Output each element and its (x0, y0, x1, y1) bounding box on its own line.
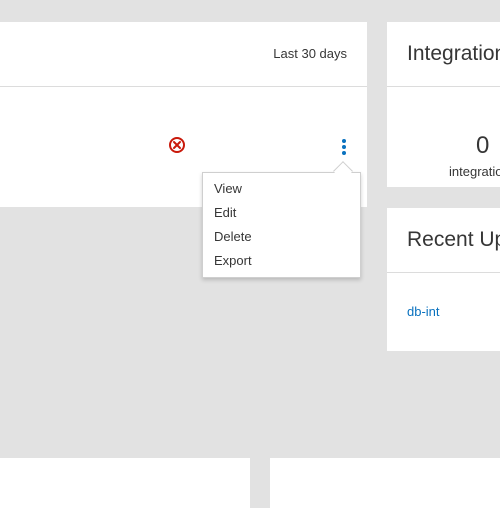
card-header: Recent Updates (387, 208, 500, 273)
bottom-right-card (270, 458, 500, 508)
menu-item-export[interactable]: Export (203, 249, 360, 273)
bottom-left-card (0, 458, 250, 508)
period-label[interactable]: Last 30 days (273, 46, 347, 61)
integrations-count: 0 (476, 132, 490, 159)
menu-item-edit[interactable]: Edit (203, 201, 360, 225)
kebab-menu-icon[interactable] (336, 136, 352, 158)
integrations-title: Integrations (407, 42, 500, 65)
recent-update-link[interactable]: db-int (407, 304, 440, 319)
integrations-card: Integrations 0 integrations (387, 22, 500, 187)
error-circle-x-icon (169, 137, 185, 153)
card-header: Last 30 days (0, 22, 367, 87)
page: Last 30 days View Edit Delete Export Int… (0, 0, 500, 508)
card-header: Integrations (387, 22, 500, 87)
menu-item-delete[interactable]: Delete (203, 225, 360, 249)
actions-dropdown-menu: View Edit Delete Export (202, 172, 361, 278)
recent-updates-title: Recent Updates (407, 228, 500, 251)
recent-updates-card: Recent Updates db-int (387, 208, 500, 351)
menu-item-view[interactable]: View (203, 177, 360, 201)
integrations-count-label: integrations (449, 164, 500, 179)
